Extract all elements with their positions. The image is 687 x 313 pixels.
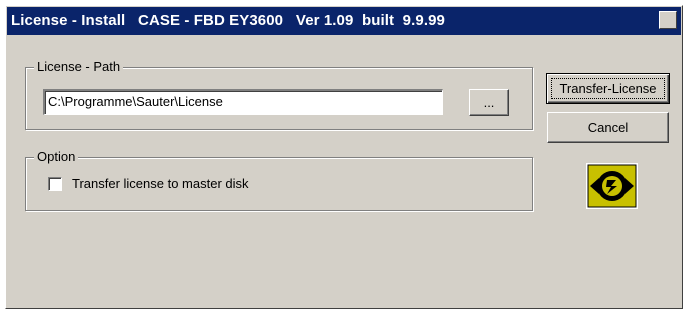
- license-path-group: License - Path C:\Programme\Sauter\Licen…: [25, 59, 533, 130]
- title-bar: License - Install CASE - FBD EY3600 Ver …: [7, 7, 681, 35]
- license-install-dialog: License - Install CASE - FBD EY3600 Ver …: [5, 5, 683, 309]
- browse-button-label: ...: [483, 95, 495, 110]
- cancel-button[interactable]: Cancel: [547, 112, 669, 143]
- license-path-input[interactable]: C:\Programme\Sauter\License: [43, 89, 443, 115]
- cancel-label: Cancel: [587, 120, 629, 135]
- close-button[interactable]: ×: [659, 11, 677, 29]
- browse-button[interactable]: ...: [469, 89, 509, 116]
- license-path-legend: License - Path: [34, 59, 124, 75]
- option-group: Option Transfer license to master disk: [25, 149, 533, 211]
- transfer-license-button[interactable]: Transfer-License: [546, 73, 670, 104]
- sauter-logo-icon: [586, 163, 638, 209]
- transfer-to-master-label: Transfer license to master disk: [72, 176, 249, 191]
- option-legend: Option: [34, 149, 79, 165]
- window-title: License - Install CASE - FBD EY3600 Ver …: [11, 12, 445, 29]
- transfer-to-master-checkbox[interactable]: [48, 177, 62, 191]
- transfer-license-label: Transfer-License: [559, 81, 657, 96]
